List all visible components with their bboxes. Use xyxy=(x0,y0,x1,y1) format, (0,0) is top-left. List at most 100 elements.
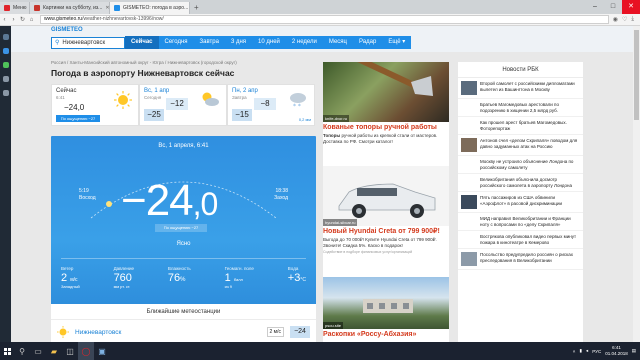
ad-psou[interactable]: psou.site Раскопки «Россу-Абхазия» xyxy=(323,277,449,339)
menu-radar[interactable]: Радар xyxy=(353,36,382,49)
tab-pictures[interactable]: Картинки на субботу, из... ✕ xyxy=(30,2,110,14)
news-item[interactable]: Великобритания объяснила досмотр российс… xyxy=(458,174,583,192)
breadcrumb[interactable]: Россия / Ханты-Мансийский автономный окр… xyxy=(51,60,316,65)
news-item[interactable]: Вострякова опубликовал видео первых мину… xyxy=(458,231,583,249)
day-card-today[interactable]: Вс, 1 апр Сегодня −25 −12 xyxy=(139,84,227,126)
news-text[interactable]: Второй самолет с российскими дипломатами… xyxy=(480,81,580,95)
station-row[interactable]: Нижневартовск 2 м/с −24 xyxy=(51,322,316,342)
home-icon[interactable]: ⌂ xyxy=(27,17,36,23)
station-city[interactable]: Нижневартовск xyxy=(75,329,267,336)
news-text[interactable]: Вострякова опубликовал видео первых мину… xyxy=(480,234,580,245)
heart-icon[interactable]: ♡ xyxy=(622,16,627,23)
ad-note: Содействие в подборе финансовых услуг/ор… xyxy=(323,250,413,254)
clock-icon[interactable] xyxy=(2,76,9,82)
ad-image[interactable]: hyundai-sibcar.ru xyxy=(323,166,449,226)
news-item[interactable]: Москву не устроило объяснение Лондона по… xyxy=(458,156,583,174)
param-wind: Ветер 2 м/с Западный xyxy=(61,266,80,289)
news-text[interactable]: Посольство предупредило россиян о рисках… xyxy=(480,252,580,266)
sunrise-label: Восход xyxy=(79,195,96,201)
param-unit: мм рт. ст. xyxy=(113,284,131,289)
news-text[interactable]: Антонов счел «делом Скрипаля» поводом дл… xyxy=(480,138,580,152)
city-search-input[interactable]: ⚲ Нижневартовск xyxy=(51,36,125,49)
site-logo[interactable]: GISMETEO xyxy=(51,27,83,33)
forecast-menu: Сейчас Сегодня Завтра 3 дня 10 дней 2 не… xyxy=(125,36,412,49)
ad-hyundai[interactable]: hyundai-sibcar.ru Новый Hyundai Creta от… xyxy=(323,166,449,254)
news-item[interactable]: Пять пассажиров из США обвинили «Аэрофло… xyxy=(458,192,583,213)
clock[interactable]: 6:41 01.04.2018 xyxy=(605,345,628,357)
search-icon[interactable]: ⚲ xyxy=(14,342,30,360)
news-item[interactable]: Второй самолет с российскими дипломатами… xyxy=(458,78,583,99)
store-icon[interactable]: ◫ xyxy=(62,342,78,360)
menu-10-days[interactable]: 10 дней xyxy=(252,36,286,49)
bookmarks-icon[interactable] xyxy=(2,90,9,96)
task-view-icon[interactable]: ▭ xyxy=(30,342,46,360)
news-text[interactable]: Москву не устроило объяснение Лондона по… xyxy=(480,159,580,170)
param-label: Ветер xyxy=(61,266,74,271)
news-text[interactable]: Как прошел арест братьев Магомедовых. Фо… xyxy=(480,120,580,131)
notifications-icon[interactable]: ▤ xyxy=(632,348,636,354)
news-thumbnail[interactable] xyxy=(461,195,477,209)
news-thumbnail[interactable] xyxy=(461,81,477,95)
news-item[interactable]: Посольство предупредило россиян о рисках… xyxy=(458,249,583,270)
system-tray: ˄ ▮ ◂ РУС 6:41 01.04.2018 ▤ xyxy=(573,345,640,357)
tab-gismeteo[interactable]: GISMETEO: погода в аэро... ✕ xyxy=(110,2,190,14)
news-item[interactable]: Как прошел арест братьев Магомедовых. Фо… xyxy=(458,117,583,135)
day-card-now[interactable]: Сейчас 6:41 −24,0 По ощущению −27 xyxy=(51,84,139,126)
menu-more[interactable]: Ещё ▾ xyxy=(382,36,411,49)
menu-today[interactable]: Сегодня xyxy=(159,36,194,49)
start-button[interactable] xyxy=(0,342,14,360)
language-indicator[interactable]: РУС xyxy=(592,349,601,354)
tab-close-icon[interactable]: ✕ xyxy=(102,5,109,11)
news-text[interactable]: Великобритания объяснила досмотр российс… xyxy=(480,177,580,188)
chevron-up-icon[interactable]: ˄ xyxy=(573,349,576,354)
ad-title[interactable]: Кованые топоры ручной работы xyxy=(323,124,449,132)
ad-image[interactable]: knife-dvor.ru xyxy=(323,55,449,122)
news-thumbnail[interactable] xyxy=(461,138,477,152)
day-card-tomorrow[interactable]: Пн, 2 апр Завтра −15 −8 0,2 мм * * xyxy=(227,84,315,126)
back-icon[interactable]: ‹ xyxy=(0,17,9,23)
new-tab-button[interactable]: + xyxy=(194,2,199,14)
opera-taskbar-icon[interactable]: ◯ xyxy=(78,342,94,360)
whatsapp-icon[interactable] xyxy=(2,62,9,68)
station-wind: 2 м/с xyxy=(266,327,284,337)
partly-cloudy-icon xyxy=(202,92,219,106)
app-icon[interactable]: ▣ xyxy=(94,342,110,360)
tab-close-icon[interactable]: ✕ xyxy=(188,5,189,11)
close-window-button[interactable]: ✕ xyxy=(622,0,640,14)
temp-fraction: ,0 xyxy=(192,186,219,222)
news-text[interactable]: МИД направил Великобритании и Франции но… xyxy=(480,216,580,227)
camera-icon[interactable]: ◉ xyxy=(613,16,618,23)
minimize-button[interactable]: – xyxy=(586,0,604,14)
news-item[interactable]: Братьев Магомедовых арестовали по подозр… xyxy=(458,99,583,117)
download-icon[interactable]: ⤓ xyxy=(631,16,634,23)
menu-now[interactable]: Сейчас xyxy=(125,36,159,49)
tab-menu[interactable]: Меню xyxy=(0,2,30,14)
news-thumbnail[interactable] xyxy=(461,252,477,266)
menu-2-weeks[interactable]: 2 недели xyxy=(286,36,323,49)
news-item[interactable]: Антонов счел «делом Скрипаля» поводом дл… xyxy=(458,135,583,156)
url-field[interactable]: www.gismeteo.ru/weather-nizhnevartovsk-1… xyxy=(40,15,609,24)
speed-dial-icon[interactable] xyxy=(2,34,9,40)
ad-title[interactable]: Новый Hyundai Creta от 799 900₽! xyxy=(323,228,449,236)
network-icon[interactable]: ▮ xyxy=(579,348,581,354)
messenger-icon[interactable] xyxy=(2,48,9,54)
news-text[interactable]: Пять пассажиров из США обвинили «Аэрофло… xyxy=(480,195,580,209)
ad-axes[interactable]: knife-dvor.ru Кованые топоры ручной рабо… xyxy=(323,55,449,145)
reload-icon[interactable]: ↻ xyxy=(18,16,27,23)
news-title[interactable]: Новости РБК xyxy=(458,62,583,78)
volume-icon[interactable]: ◂ xyxy=(586,348,588,354)
scrollbar-thumb[interactable] xyxy=(634,30,639,120)
menu-3-days[interactable]: 3 дня xyxy=(225,36,252,49)
maximize-button[interactable]: □ xyxy=(604,0,622,14)
news-item[interactable]: МИД направил Великобритании и Франции но… xyxy=(458,213,583,231)
param-sub: Западный xyxy=(61,284,80,289)
menu-month[interactable]: Месяц xyxy=(323,36,353,49)
ad-image[interactable]: psou.site xyxy=(323,277,449,329)
forward-icon[interactable]: › xyxy=(9,17,18,23)
ad-title[interactable]: Раскопки «Россу-Абхазия» xyxy=(323,331,449,339)
news-text[interactable]: Братьев Магомедовых арестовали по подозр… xyxy=(480,102,580,113)
menu-tomorrow[interactable]: Завтра xyxy=(194,36,225,49)
opera-icon xyxy=(4,5,10,11)
page-scrollbar[interactable] xyxy=(633,26,640,342)
explorer-icon[interactable]: ▰ xyxy=(46,342,62,360)
